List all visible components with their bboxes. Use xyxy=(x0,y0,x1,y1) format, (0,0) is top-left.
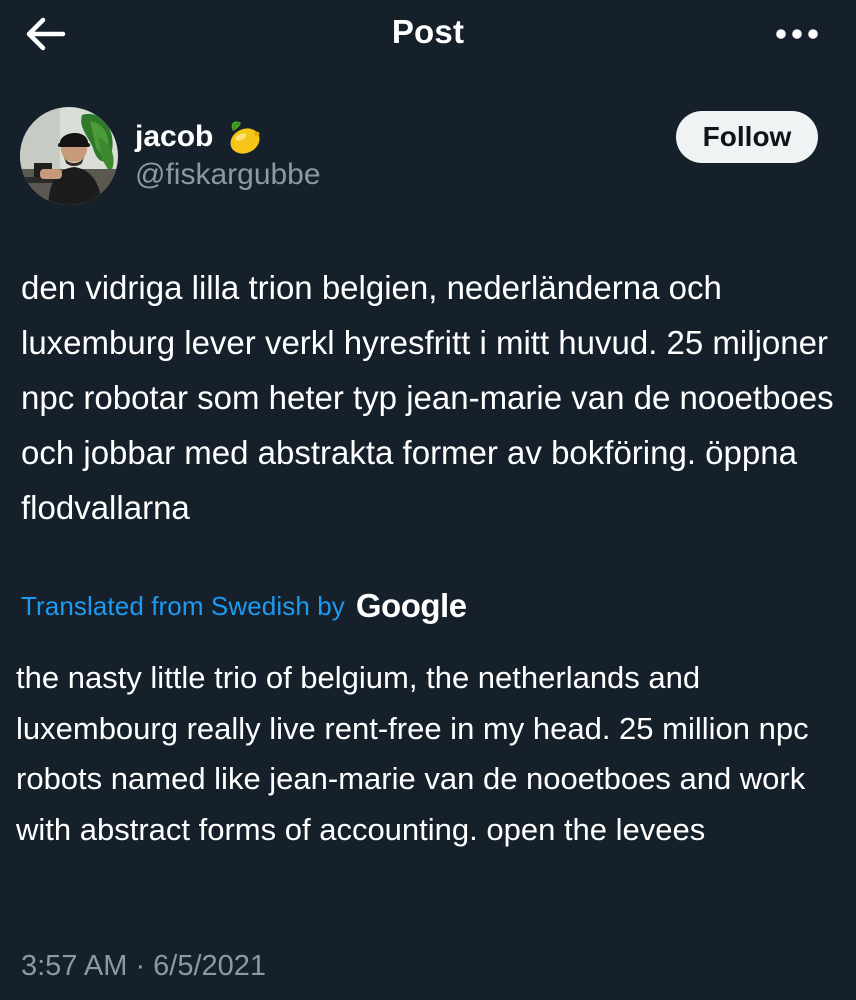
follow-button[interactable]: Follow xyxy=(676,111,818,163)
more-options-button[interactable] xyxy=(770,14,824,54)
post-text: den vidriga lilla trion belgien, nederlä… xyxy=(21,269,834,526)
author-handle[interactable]: @fiskargubbe xyxy=(135,158,321,192)
avatar[interactable] xyxy=(20,107,118,205)
author-display-name[interactable]: jacob xyxy=(135,120,213,154)
page-title: Post xyxy=(391,13,465,50)
post-timestamp[interactable]: 3:57 AM · 6/5/2021 xyxy=(21,950,266,983)
translated-text: the nasty little trio of belgium, the ne… xyxy=(16,660,809,847)
translation-attribution: Translated from Swedish by Google xyxy=(21,584,467,628)
more-horizontal-icon xyxy=(776,29,818,39)
top-bar: Post xyxy=(0,0,856,70)
google-logo: Google xyxy=(355,587,467,624)
author-name-row[interactable]: jacob xyxy=(135,116,263,158)
lemon-icon xyxy=(223,117,263,157)
translated-from-link[interactable]: Translated from Swedish by xyxy=(21,591,345,622)
avatar-photo xyxy=(20,107,118,205)
